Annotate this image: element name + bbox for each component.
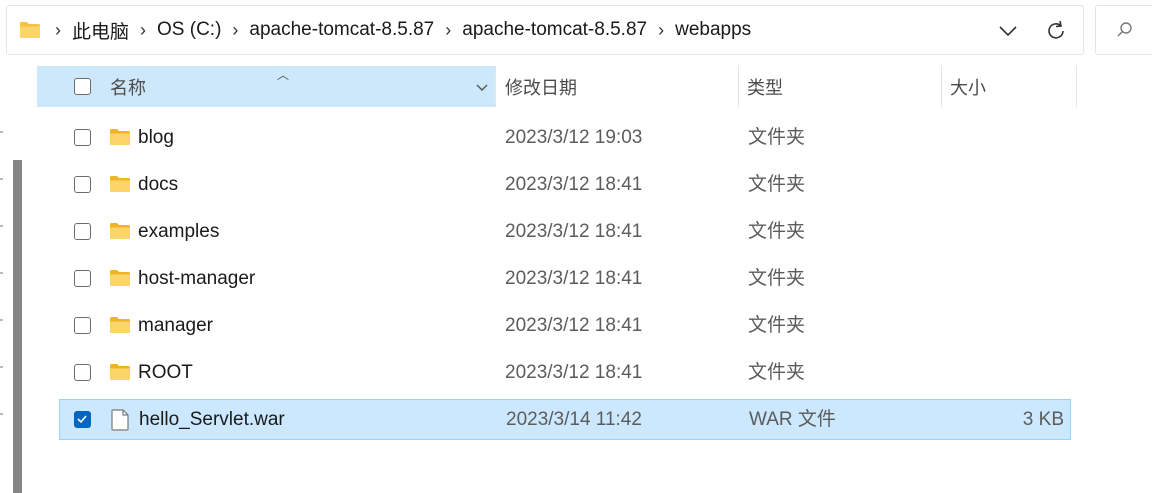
folder-icon	[19, 21, 41, 39]
breadcrumb: › 此电脑 › OS (C:) › apache-tomcat-8.5.87 ›…	[19, 6, 751, 54]
divider	[0, 178, 3, 180]
file-row-root[interactable]: ROOT 2023/3/12 18:41 文件夹	[59, 352, 1071, 393]
file-type: 文件夹	[748, 315, 806, 336]
file-name: ROOT	[138, 362, 193, 383]
file-name: docs	[138, 174, 179, 195]
refresh-icon	[1048, 20, 1064, 39]
folder-icon	[109, 316, 131, 334]
address-bar[interactable]: › 此电脑 › OS (C:) › apache-tomcat-8.5.87 ›…	[6, 5, 1084, 55]
column-type-header[interactable]: 类型	[747, 66, 783, 107]
column-divider[interactable]	[495, 66, 496, 107]
file-type: WAR 文件	[749, 409, 836, 430]
column-divider[interactable]	[738, 66, 739, 107]
column-divider[interactable]	[941, 66, 942, 107]
file-row-hello-servlet-war[interactable]: hello_Servlet.war 2023/3/14 11:42 WAR 文件…	[59, 399, 1071, 440]
file-icon	[110, 409, 132, 431]
file-name: examples	[138, 221, 220, 242]
column-date-label: 修改日期	[505, 77, 577, 98]
checkmark-icon	[77, 415, 87, 424]
chevron-right-icon[interactable]: ›	[232, 20, 238, 41]
column-name-header[interactable]: 名称 ︿	[37, 66, 495, 107]
search-icon	[1117, 22, 1132, 37]
column-type-label: 类型	[747, 77, 783, 98]
refresh-button[interactable]	[1043, 18, 1069, 44]
file-type: 文件夹	[748, 221, 806, 242]
file-type: 文件夹	[748, 127, 806, 148]
folder-icon	[109, 222, 131, 240]
file-row-blog[interactable]: blog 2023/3/12 19:03 文件夹	[59, 117, 1071, 158]
chevron-right-icon[interactable]: ›	[55, 20, 61, 41]
row-checkbox[interactable]	[74, 317, 91, 334]
scrollbar-thumb[interactable]	[13, 160, 22, 493]
column-filter-dropdown[interactable]	[471, 76, 493, 98]
file-type: 文件夹	[748, 362, 806, 383]
file-date: 2023/3/12 19:03	[505, 127, 643, 148]
breadcrumb-tomcat-inner[interactable]: apache-tomcat-8.5.87	[462, 19, 647, 41]
history-dropdown-button[interactable]	[995, 18, 1021, 44]
divider	[0, 131, 3, 133]
file-type: 文件夹	[748, 174, 806, 195]
breadcrumb-this-pc[interactable]: 此电脑	[72, 17, 129, 44]
search-box[interactable]	[1095, 5, 1152, 55]
folder-icon	[109, 128, 131, 146]
folder-icon	[109, 269, 131, 287]
file-name: blog	[138, 127, 174, 148]
row-checkbox[interactable]	[74, 223, 91, 240]
file-date: 2023/3/12 18:41	[505, 268, 643, 289]
file-row-examples[interactable]: examples 2023/3/12 18:41 文件夹	[59, 211, 1071, 252]
column-name-label: 名称	[110, 77, 146, 98]
column-size-header[interactable]: 大小	[950, 66, 986, 107]
chevron-down-icon	[476, 84, 488, 91]
select-all-checkbox[interactable]	[74, 78, 91, 95]
divider	[0, 319, 3, 321]
file-date: 2023/3/12 18:41	[505, 362, 643, 383]
row-checkbox[interactable]	[74, 129, 91, 146]
sort-ascending-icon: ︿	[277, 68, 290, 82]
column-size-label: 大小	[950, 77, 986, 98]
file-row-docs[interactable]: docs 2023/3/12 18:41 文件夹	[59, 164, 1071, 205]
file-type: 文件夹	[748, 268, 806, 289]
file-size: 3 KB	[1022, 409, 1064, 430]
row-checkbox[interactable]	[74, 364, 91, 381]
file-name: hello_Servlet.war	[139, 409, 285, 430]
column-header: 名称 ︿ 修改日期 类型 大小	[37, 66, 1077, 107]
folder-icon	[109, 363, 131, 381]
chevron-right-icon[interactable]: ›	[658, 20, 664, 41]
file-name: manager	[138, 315, 213, 336]
file-date: 2023/3/12 18:41	[505, 221, 643, 242]
file-date: 2023/3/12 18:41	[505, 315, 643, 336]
divider	[0, 366, 3, 368]
file-row-host-manager[interactable]: host-manager 2023/3/12 18:41 文件夹	[59, 258, 1071, 299]
breadcrumb-os-c[interactable]: OS (C:)	[157, 19, 221, 41]
row-checkbox-checked[interactable]	[74, 411, 91, 428]
chevron-down-icon	[999, 26, 1017, 37]
column-divider[interactable]	[1076, 66, 1077, 107]
breadcrumb-webapps[interactable]: webapps	[675, 19, 751, 41]
file-date: 2023/3/12 18:41	[505, 174, 643, 195]
file-row-manager[interactable]: manager 2023/3/12 18:41 文件夹	[59, 305, 1071, 346]
divider	[0, 413, 3, 415]
folder-icon	[109, 175, 131, 193]
file-name: host-manager	[138, 268, 256, 289]
column-date-header[interactable]: 修改日期	[505, 66, 577, 107]
row-checkbox[interactable]	[74, 270, 91, 287]
file-date: 2023/3/14 11:42	[506, 409, 642, 430]
row-checkbox[interactable]	[74, 176, 91, 193]
breadcrumb-tomcat-outer[interactable]: apache-tomcat-8.5.87	[249, 19, 434, 41]
chevron-right-icon[interactable]: ›	[445, 20, 451, 41]
chevron-right-icon[interactable]: ›	[140, 20, 146, 41]
divider	[0, 272, 3, 274]
divider	[0, 225, 3, 227]
